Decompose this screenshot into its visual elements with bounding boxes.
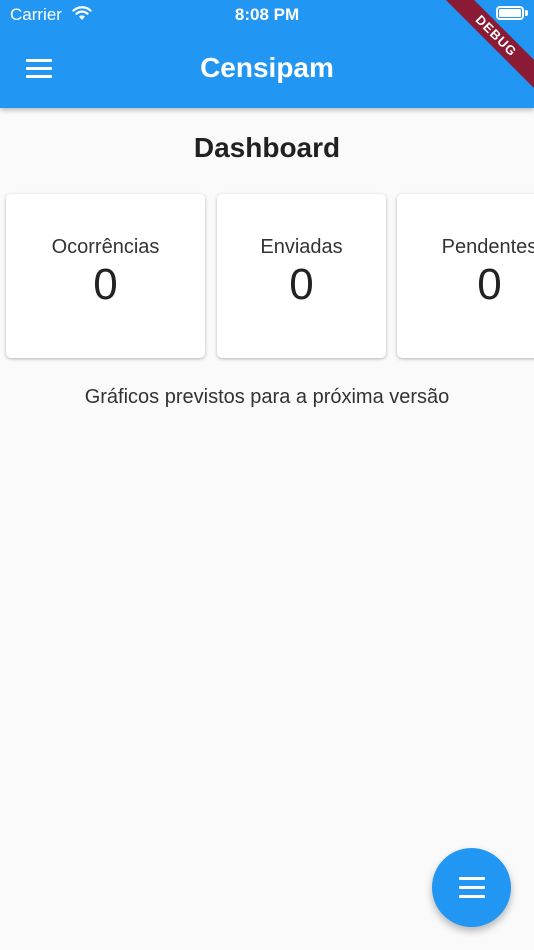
hamburger-menu-icon-line xyxy=(459,895,485,898)
charts-placeholder-note: Gráficos previstos para a próxima versão xyxy=(84,386,450,408)
stat-card-value: 0 xyxy=(289,260,314,309)
hamburger-menu-icon-line xyxy=(459,886,485,889)
floating-action-button[interactable] xyxy=(432,848,511,927)
stat-card-label: Enviadas xyxy=(260,236,343,258)
stat-card-ocorrencias[interactable]: Ocorrências 0 xyxy=(6,194,205,358)
debug-banner-label: DEBUG xyxy=(444,0,534,90)
stat-card-label: Ocorrências xyxy=(51,236,160,258)
stat-card-enviadas[interactable]: Enviadas 0 xyxy=(217,194,386,358)
page-title: Dashboard xyxy=(193,132,341,163)
debug-banner: DEBUG xyxy=(444,0,534,90)
stat-card-label: Pendentes xyxy=(441,236,534,258)
stat-card-value: 0 xyxy=(93,260,118,309)
stat-card-value: 0 xyxy=(477,260,502,309)
app-screen: Carrier 8:08 PM Censipam DEBUG Dashboard… xyxy=(0,0,534,950)
stat-card-pendentes[interactable]: Pendentes 0 xyxy=(397,194,534,358)
hamburger-menu-icon-line xyxy=(459,877,485,880)
